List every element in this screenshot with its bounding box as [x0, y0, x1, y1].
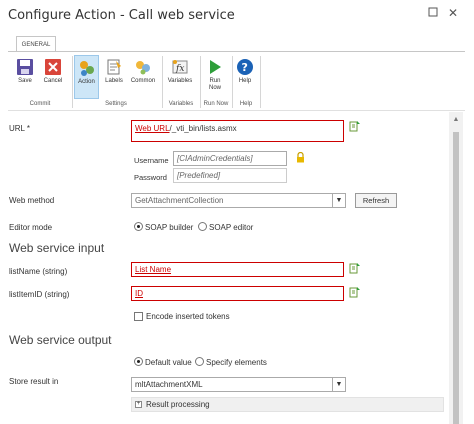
soap-builder-label[interactable]: SOAP builder [145, 223, 193, 232]
common-icon [136, 61, 150, 75]
chevron-down-icon[interactable]: ▼ [332, 194, 345, 207]
save-icon [17, 59, 33, 75]
cancel-button[interactable]: Cancel [40, 55, 66, 99]
action-icon [79, 61, 94, 76]
list-item-id-label: listItemID (string) [9, 290, 70, 299]
group-separator [260, 56, 261, 108]
insert-reference-icon[interactable] [349, 286, 361, 298]
result-processing-expander[interactable]: + Result processing [131, 397, 444, 412]
expand-icon[interactable]: + [135, 401, 142, 408]
section-web-service-output: Web service output [9, 333, 112, 347]
run-now-button[interactable]: Run Now [204, 55, 226, 99]
variables-icon: fx [172, 60, 188, 74]
specify-elements-radio[interactable] [195, 357, 204, 366]
result-processing-label: Result processing [146, 400, 210, 409]
cancel-label: Cancel [43, 78, 63, 84]
encode-tokens-checkbox[interactable] [134, 312, 143, 321]
web-method-label: Web method [9, 196, 55, 205]
web-method-select[interactable]: GetAttachmentCollection ▼ [131, 193, 346, 208]
soap-builder-radio[interactable] [134, 222, 143, 231]
help-icon: ? [237, 59, 253, 75]
password-field[interactable]: [Predefined] [173, 168, 287, 183]
default-value-label[interactable]: Default value [145, 358, 192, 367]
group-label-run-now: Run Now [203, 101, 229, 107]
specify-elements-label[interactable]: Specify elements [206, 358, 267, 367]
editor-mode-label: Editor mode [9, 223, 53, 232]
list-name-token[interactable]: List Name [135, 265, 171, 274]
username-field[interactable]: [CIAdminCredentials] [173, 151, 287, 166]
help-button[interactable]: ? Help [234, 55, 256, 99]
tab-general[interactable]: GENERAL [16, 36, 56, 52]
list-name-label: listName (string) [9, 267, 68, 276]
default-value-radio[interactable] [134, 357, 143, 366]
username-label: Username [134, 156, 169, 165]
variables-label: Variables [167, 78, 193, 84]
play-icon [210, 60, 221, 74]
insert-reference-icon[interactable] [349, 120, 361, 132]
group-label-settings: Settings [105, 101, 127, 107]
store-result-value: mltAttachmentXML [135, 380, 203, 389]
common-label: Common [130, 78, 156, 84]
list-name-field[interactable]: List Name [131, 262, 344, 277]
action-label: Action [78, 79, 95, 85]
common-button[interactable]: Common [128, 55, 158, 99]
url-path: /_vti_bin/lists.asmx [169, 124, 237, 133]
close-icon[interactable]: ✕ [446, 6, 460, 20]
labels-label: Labels [105, 78, 123, 84]
group-label-commit: Commit [29, 101, 51, 107]
lock-icon [297, 152, 304, 163]
soap-editor-radio[interactable] [198, 222, 207, 231]
group-separator [72, 56, 73, 108]
list-item-id-field[interactable]: ID [131, 286, 344, 301]
group-label-help: Help [239, 101, 253, 107]
store-result-label: Store result in [9, 377, 59, 386]
help-label: Help [238, 78, 252, 84]
insert-reference-icon[interactable] [349, 262, 361, 274]
section-web-service-input: Web service input [9, 241, 105, 255]
store-result-select[interactable]: mltAttachmentXML ▼ [131, 377, 346, 392]
encode-tokens-label[interactable]: Encode inserted tokens [146, 312, 230, 321]
svg-text:?: ? [242, 61, 248, 74]
action-button[interactable]: Action [74, 55, 99, 99]
soap-editor-label[interactable]: SOAP editor [209, 223, 253, 232]
scroll-up-icon[interactable]: ▲ [449, 114, 463, 126]
web-method-value: GetAttachmentCollection [135, 196, 224, 205]
ribbon: Save Cancel Action Labels Common fx Vari… [8, 51, 465, 111]
url-label: URL * [9, 124, 31, 133]
cancel-icon [45, 59, 61, 75]
url-token[interactable]: Web URL [135, 124, 170, 133]
save-label: Save [18, 78, 32, 84]
run-now-label-line2: Now [208, 85, 221, 91]
svg-text:fx: fx [175, 64, 184, 74]
password-label: Password [134, 173, 167, 182]
save-button[interactable]: Save [14, 55, 36, 99]
list-item-id-token[interactable]: ID [135, 289, 143, 298]
refresh-button[interactable]: Refresh [355, 193, 397, 208]
chevron-down-icon[interactable]: ▼ [332, 378, 345, 391]
labels-button[interactable]: Labels [102, 55, 126, 99]
run-now-label-line1: Run [209, 78, 221, 84]
labels-icon [107, 59, 121, 75]
group-label-variables: Variables [168, 101, 194, 107]
variables-button[interactable]: fx Variables [164, 55, 196, 99]
scrollbar-thumb[interactable] [453, 132, 459, 424]
window-title: Configure Action - Call web service [8, 8, 235, 23]
url-field[interactable]: Web URL/_vti_bin/lists.asmx [131, 120, 344, 142]
maximize-icon[interactable] [426, 6, 440, 20]
